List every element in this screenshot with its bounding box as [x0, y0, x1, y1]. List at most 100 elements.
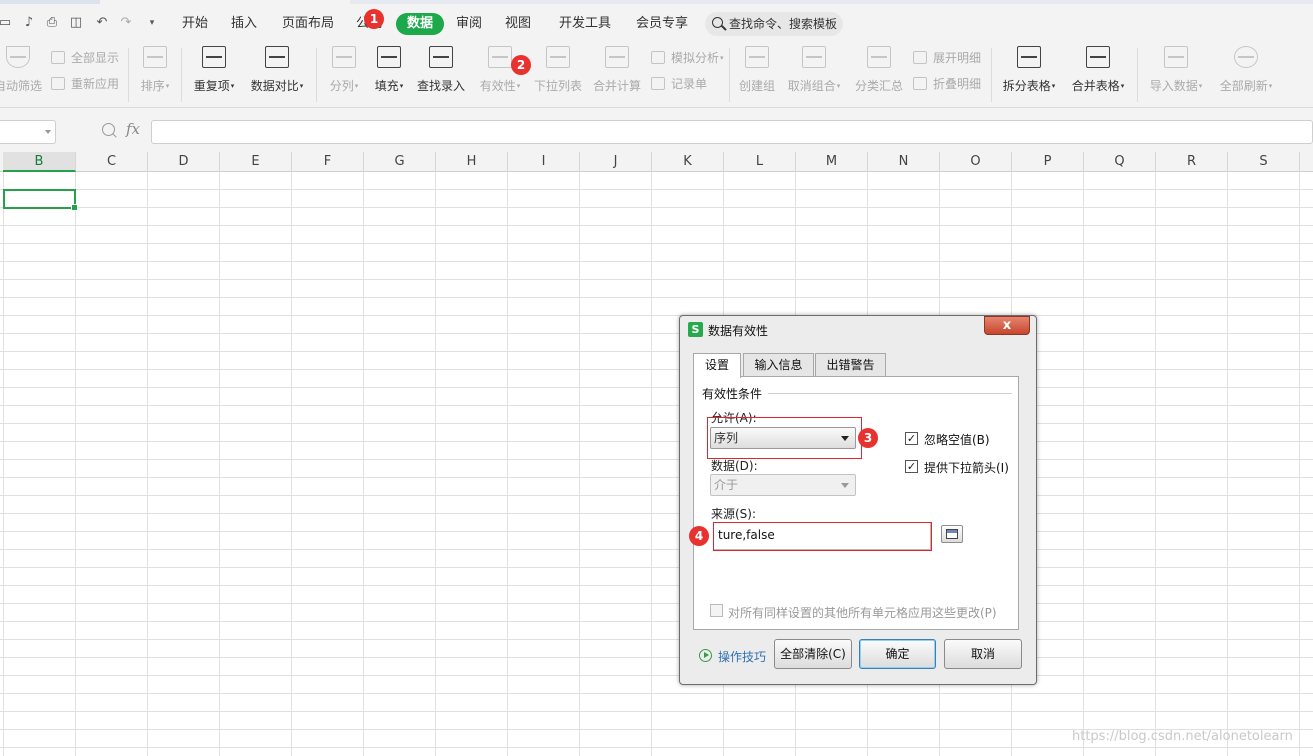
- range-select-icon: [946, 529, 958, 539]
- column-header[interactable]: S: [1228, 152, 1300, 172]
- create-group-label: 创建组: [738, 79, 775, 93]
- tips-link[interactable]: 操作技巧: [718, 648, 766, 665]
- column-header[interactable]: R: [1156, 152, 1228, 172]
- column-header[interactable]: E: [220, 152, 292, 172]
- group-divider: [768, 393, 1012, 394]
- name-box[interactable]: [0, 120, 56, 144]
- customize-dropdown-icon[interactable]: ▾: [143, 14, 161, 32]
- redo-icon[interactable]: ↷: [117, 14, 135, 32]
- dropdown-list-button[interactable]: 下拉列表: [533, 46, 583, 94]
- find-input-button[interactable]: 查找录入: [416, 46, 466, 94]
- dropdown-arrow-checkbox[interactable]: ✓: [905, 460, 918, 473]
- column-header[interactable]: B: [3, 152, 76, 172]
- wps-logo-icon: S: [688, 322, 703, 337]
- consolidate-button[interactable]: 合并计算: [592, 46, 642, 94]
- tab-data[interactable]: 数据: [396, 13, 445, 35]
- ungroup-button[interactable]: 取消组合▾: [786, 46, 842, 94]
- expand-detail-button[interactable]: 展开明细: [913, 50, 981, 66]
- column-header[interactable]: M: [796, 152, 868, 172]
- dropdown-list-label: 下拉列表: [533, 79, 582, 93]
- ignore-blank-checkbox[interactable]: ✓: [905, 432, 918, 445]
- subtotal-button[interactable]: 分类汇总: [854, 46, 904, 94]
- reapply-button[interactable]: 重新应用: [51, 76, 119, 92]
- fill-button[interactable]: 填充▾: [371, 46, 407, 94]
- expand-detail-icon: [913, 51, 927, 64]
- zoom-icon[interactable]: [102, 123, 115, 136]
- cell-grid[interactable]: [0, 172, 1313, 756]
- column-header[interactable]: H: [436, 152, 508, 172]
- validity-label: 有效性: [479, 79, 516, 93]
- show-all-label: 全部显示: [71, 51, 120, 65]
- spreadsheet-window: ▭ ♪ ⎙ ◫ ↶ ↷ ▾ 开始 插入 页面布局 公式 数据 审阅 视图 开发工…: [0, 0, 1313, 756]
- column-header[interactable]: L: [724, 152, 796, 172]
- record-form-icon: [651, 77, 665, 90]
- cancel-button[interactable]: 取消: [944, 639, 1022, 669]
- tab-error-alert[interactable]: 出错警告: [815, 353, 886, 377]
- simulate-analysis-icon: [651, 51, 665, 64]
- column-header[interactable]: N: [868, 152, 940, 172]
- undo-icon[interactable]: ↶: [93, 14, 111, 32]
- import-data-button[interactable]: 导入数据▾: [1147, 46, 1205, 94]
- ok-button[interactable]: 确定: [859, 639, 936, 669]
- ribbon-separator: [729, 48, 730, 102]
- search-icon: [712, 17, 723, 28]
- tab-home[interactable]: 开始: [182, 13, 208, 35]
- tab-review[interactable]: 审阅: [456, 13, 482, 35]
- dialog-titlebar[interactable]: S 数据有效性 x: [680, 316, 1036, 344]
- column-header[interactable]: D: [148, 152, 220, 172]
- command-search[interactable]: 查找命令、搜索模板: [705, 12, 843, 36]
- collapse-detail-button[interactable]: 折叠明细: [913, 76, 981, 92]
- tab-settings[interactable]: 设置: [693, 353, 741, 378]
- data-select[interactable]: 介于: [710, 474, 856, 496]
- tab-view[interactable]: 视图: [505, 13, 531, 35]
- find-input-icon: [429, 46, 453, 68]
- sort-button[interactable]: 排序▾: [137, 46, 173, 94]
- column-header[interactable]: J: [580, 152, 652, 172]
- fx-icon[interactable]: fx: [126, 120, 140, 138]
- column-header[interactable]: G: [364, 152, 436, 172]
- split-table-button[interactable]: 拆分表格▾: [1000, 46, 1058, 94]
- chevron-down-icon[interactable]: [45, 130, 51, 134]
- worksheet[interactable]: B C D E F G H I J K L M N O P Q R S: [0, 152, 1313, 756]
- active-cell[interactable]: [3, 189, 78, 211]
- tab-page-layout[interactable]: 页面布局: [282, 13, 334, 35]
- column-header[interactable]: K: [652, 152, 724, 172]
- column-header[interactable]: P: [1012, 152, 1084, 172]
- validation-criteria-heading: 有效性条件: [702, 385, 767, 402]
- autofilter-button[interactable]: 自动筛选: [0, 46, 48, 94]
- column-header[interactable]: I: [508, 152, 580, 172]
- split-column-button[interactable]: 分列▾: [326, 46, 362, 94]
- ribbon-separator: [316, 48, 317, 102]
- import-data-icon: [1164, 46, 1188, 68]
- column-header[interactable]: O: [940, 152, 1012, 172]
- tab-membership[interactable]: 会员专享: [636, 13, 688, 35]
- range-select-button[interactable]: [941, 525, 963, 543]
- simulate-analysis-button[interactable]: 模拟分析▾: [651, 50, 724, 66]
- validity-icon: [488, 46, 512, 68]
- close-button[interactable]: x: [984, 316, 1030, 335]
- column-header[interactable]: C: [76, 152, 148, 172]
- tab-developer[interactable]: 开发工具: [559, 13, 611, 35]
- save-icon[interactable]: ▭: [0, 14, 14, 32]
- create-group-button[interactable]: 创建组: [737, 46, 777, 94]
- apply-all-checkbox[interactable]: [710, 604, 723, 617]
- data-compare-button[interactable]: 数据对比▾: [248, 46, 306, 94]
- print-icon[interactable]: ⎙: [43, 14, 61, 32]
- refresh-all-button[interactable]: 全部刷新▾: [1217, 46, 1275, 94]
- show-all-button[interactable]: 全部显示: [51, 50, 119, 66]
- formula-input[interactable]: [151, 120, 1313, 144]
- format-painter-icon[interactable]: ♪: [20, 14, 38, 32]
- column-header[interactable]: Q: [1084, 152, 1156, 172]
- clear-all-button[interactable]: 全部清除(C): [774, 639, 852, 669]
- tab-insert[interactable]: 插入: [231, 13, 257, 35]
- column-header[interactable]: F: [292, 152, 364, 172]
- record-form-button[interactable]: 记录单: [651, 76, 707, 92]
- consolidate-label: 合并计算: [592, 79, 641, 93]
- sort-icon: [143, 46, 167, 68]
- merge-table-button[interactable]: 合并表格▾: [1069, 46, 1127, 94]
- duplicates-button[interactable]: 重复项▾: [190, 46, 238, 94]
- annotation-box-source: [713, 522, 932, 551]
- tab-input-message[interactable]: 输入信息: [743, 353, 814, 377]
- print-preview-icon[interactable]: ◫: [67, 14, 85, 32]
- chevron-down-icon: [841, 483, 849, 488]
